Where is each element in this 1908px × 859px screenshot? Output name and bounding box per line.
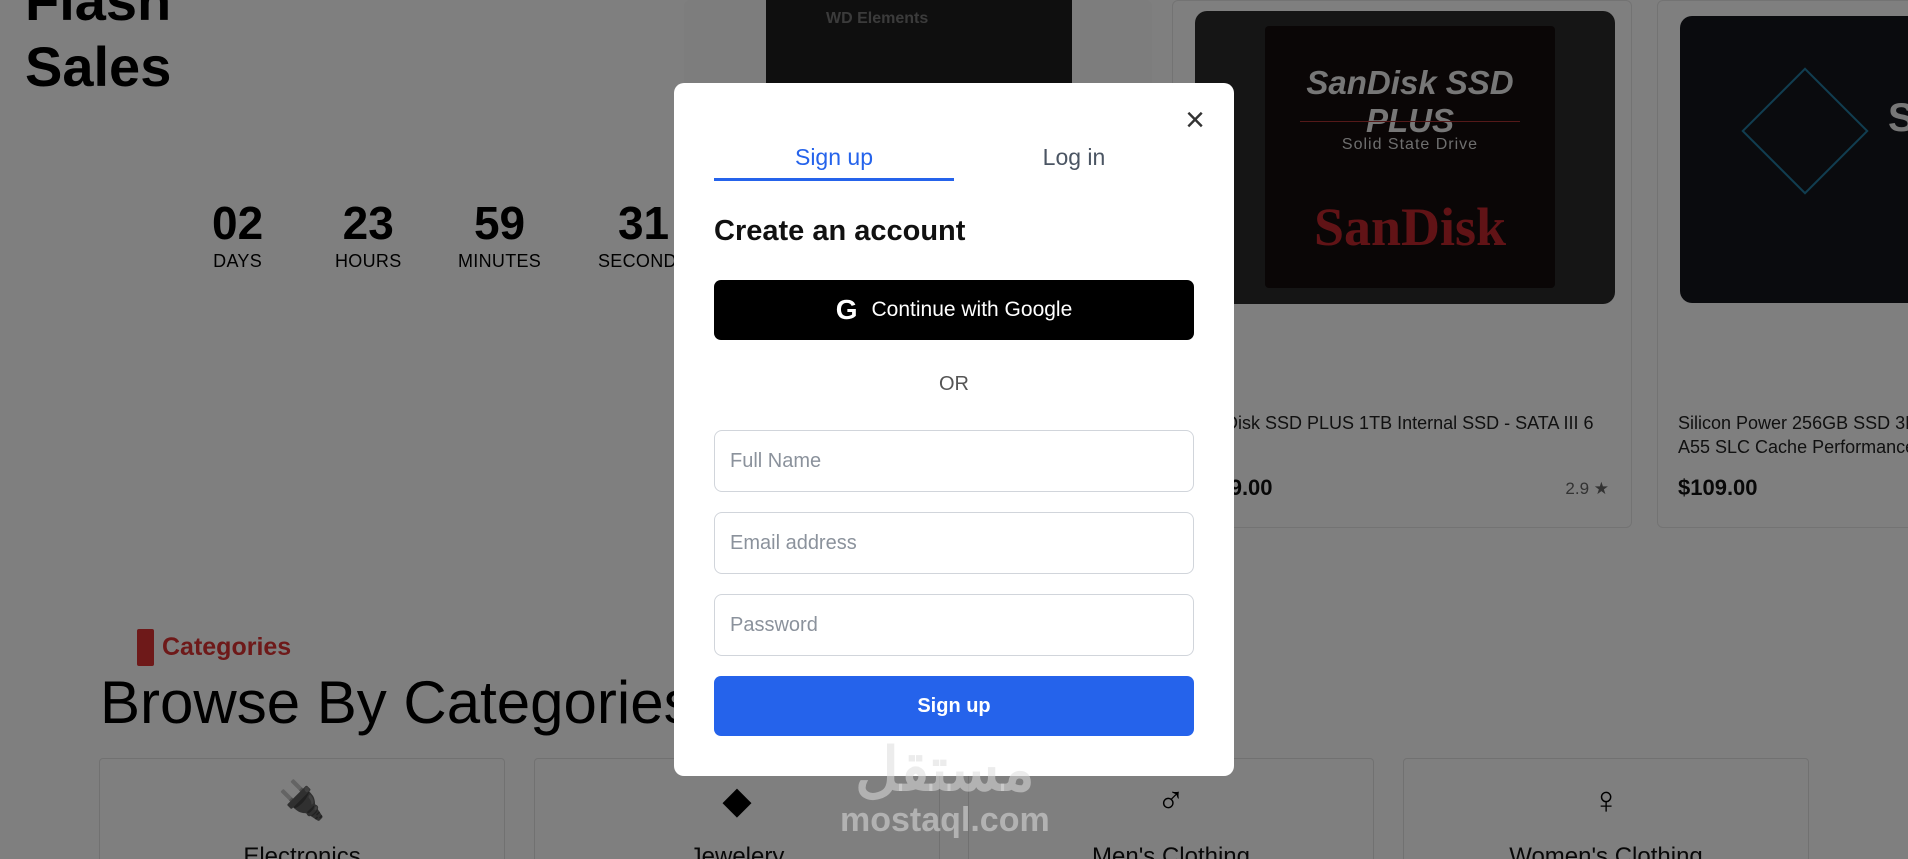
watermark-arabic: مستقل bbox=[855, 736, 1035, 803]
watermark-latin: mostaql.com bbox=[840, 801, 1050, 839]
modal-heading: Create an account bbox=[714, 215, 966, 247]
or-divider: OR bbox=[939, 373, 969, 395]
google-icon: G bbox=[835, 294, 858, 325]
sign-up-button[interactable]: Sign up bbox=[714, 676, 1194, 736]
close-icon[interactable]: × bbox=[1180, 103, 1210, 137]
watermark: مستقل mostaql.com bbox=[840, 740, 1050, 840]
google-button-label: Continue with Google bbox=[871, 298, 1073, 321]
continue-with-google-button[interactable]: G Continue with Google bbox=[714, 280, 1194, 340]
auth-tabs: Sign up Log in bbox=[714, 135, 1194, 181]
tab-sign-up[interactable]: Sign up bbox=[714, 135, 954, 181]
full-name-field[interactable] bbox=[714, 430, 1194, 492]
password-field[interactable] bbox=[714, 594, 1194, 656]
tab-log-in[interactable]: Log in bbox=[954, 135, 1194, 181]
signup-modal: × Sign up Log in Create an account G Con… bbox=[674, 83, 1234, 776]
email-field[interactable] bbox=[714, 512, 1194, 574]
